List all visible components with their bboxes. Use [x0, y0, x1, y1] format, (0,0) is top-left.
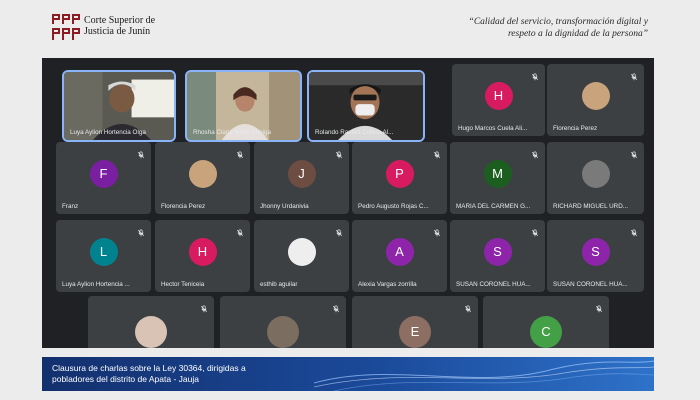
participant-name: Florencia Perez — [553, 125, 598, 132]
participant-avatar — [287, 238, 316, 266]
caption-banner: Clausura de charlas sobre la Ley 30364, … — [42, 357, 654, 391]
participant-name: Florencia Perez — [161, 203, 206, 210]
participant-avatar: S — [483, 238, 512, 266]
participant-tile[interactable]: H Hugo Marcos Cuela Ali... — [452, 64, 545, 136]
participant-tile[interactable] — [220, 296, 346, 348]
participant-name: Pedro Augusto Rojas C... — [358, 203, 429, 210]
mic-off-icon — [630, 68, 638, 81]
mic-off-icon — [630, 224, 638, 237]
participant-tile[interactable]: E — [352, 296, 478, 348]
participant-tile[interactable]: C — [483, 296, 609, 348]
participant-name: Alexia Vargas zorrilla — [358, 281, 417, 288]
participant-tile[interactable]: RICHARD MIGUEL URD... — [547, 142, 644, 214]
participant-avatar — [581, 82, 610, 110]
participant-avatar: F — [89, 160, 118, 188]
participant-tile[interactable]: Luya Aylion Hortencia Olga — [62, 70, 176, 142]
caption-text: Clausura de charlas sobre la Ley 30364, … — [52, 363, 312, 385]
mic-off-icon — [531, 224, 539, 237]
participant-tile[interactable]: Florencia Perez — [155, 142, 250, 214]
mic-off-icon — [595, 300, 603, 313]
participant-avatar: S — [581, 238, 610, 266]
participant-avatar — [135, 316, 167, 348]
participant-avatar: L — [89, 238, 118, 266]
participant-name: Luya Aylion Hortencia Olga — [70, 129, 146, 136]
mic-off-icon — [335, 146, 343, 159]
participant-avatar: P — [385, 160, 414, 188]
participant-avatar — [267, 316, 299, 348]
mic-off-icon — [236, 146, 244, 159]
mic-off-icon — [335, 224, 343, 237]
caption-line2: pobladores del distrito de Apata - Jauja — [52, 374, 199, 384]
participant-avatar: H — [188, 238, 217, 266]
participant-tile[interactable]: F Franz — [56, 142, 151, 214]
participant-name: MARIA DEL CARMEN G... — [456, 203, 531, 210]
court-logo-icon — [52, 14, 80, 40]
participant-name: Franz — [62, 203, 79, 210]
participant-avatar: J — [287, 160, 316, 188]
court-name-line2: Justicia de Junín — [84, 26, 151, 37]
participant-name: Hugo Marcos Cuela Ali... — [458, 125, 528, 132]
mic-off-icon — [137, 146, 145, 159]
mic-off-icon — [137, 224, 145, 237]
participant-avatar — [188, 160, 217, 188]
court-name-line1: Corte Superior de — [84, 15, 156, 26]
participant-name: Hector Teniceia — [161, 281, 205, 288]
header: Corte Superior de Justicia de Junín “Cal… — [0, 0, 700, 52]
participant-avatar — [581, 160, 610, 188]
court-name: Corte Superior de Justicia de Junín — [84, 15, 155, 37]
participant-tile[interactable]: Rolando Ramiro Cotera Al... — [307, 70, 425, 142]
participant-name: Luya Aylion Hortencia ... — [62, 281, 130, 288]
participant-avatar: C — [530, 316, 562, 348]
mic-off-icon — [531, 68, 539, 81]
mic-off-icon — [531, 146, 539, 159]
mic-off-icon — [200, 300, 208, 313]
participant-avatar: A — [385, 238, 414, 266]
participant-name: esthib aguilar — [260, 281, 298, 288]
participant-tile[interactable]: H Hector Teniceia — [155, 220, 250, 292]
participant-tile[interactable]: L Luya Aylion Hortencia ... — [56, 220, 151, 292]
slogan-line1: “Calidad del servicio, transformación di… — [468, 17, 648, 27]
participant-name: Rolando Ramiro Cotera Al... — [315, 129, 394, 136]
mic-off-icon — [464, 300, 472, 313]
participant-tile[interactable]: P Pedro Augusto Rojas C... — [352, 142, 447, 214]
mic-off-icon — [630, 146, 638, 159]
participant-avatar: E — [399, 316, 431, 348]
participant-name: SUSAN CORONEL HUA... — [553, 281, 628, 288]
caption-line1: Clausura de charlas sobre la Ley 30364, … — [52, 363, 246, 373]
participant-tile[interactable]: S SUSAN CORONEL HUA... — [450, 220, 545, 292]
mic-off-icon — [236, 224, 244, 237]
participant-tile[interactable]: S SUSAN CORONEL HUA... — [547, 220, 644, 292]
mic-off-icon — [332, 300, 340, 313]
slogan: “Calidad del servicio, transformación di… — [408, 16, 648, 40]
mic-off-icon — [433, 224, 441, 237]
participant-name: Rhosha Claris Miren Zoniga — [193, 129, 272, 136]
participant-name: RICHARD MIGUEL URD... — [553, 203, 628, 210]
participant-avatar: M — [483, 160, 512, 188]
participant-tile[interactable]: A Alexia Vargas zorrilla — [352, 220, 447, 292]
participant-name: SUSAN CORONEL HUA... — [456, 281, 531, 288]
participant-name: Jhonny Urdanivia — [260, 203, 309, 210]
slogan-line2: respeto a la dignidad de la persona” — [507, 29, 648, 39]
participant-grid: Luya Aylion Hortencia Olga Rhosha Claris … — [42, 58, 654, 348]
participant-tile[interactable] — [88, 296, 214, 348]
wave-decoration-icon — [314, 360, 654, 391]
participant-tile[interactable]: Florencia Perez — [547, 64, 644, 136]
participant-tile[interactable]: esthib aguilar — [254, 220, 349, 292]
participant-tile[interactable]: Rhosha Claris Miren Zoniga — [185, 70, 302, 142]
mic-off-icon — [433, 146, 441, 159]
participant-avatar: H — [484, 82, 513, 110]
participant-tile[interactable]: J Jhonny Urdanivia — [254, 142, 349, 214]
participant-tile[interactable]: M MARIA DEL CARMEN G... — [450, 142, 545, 214]
